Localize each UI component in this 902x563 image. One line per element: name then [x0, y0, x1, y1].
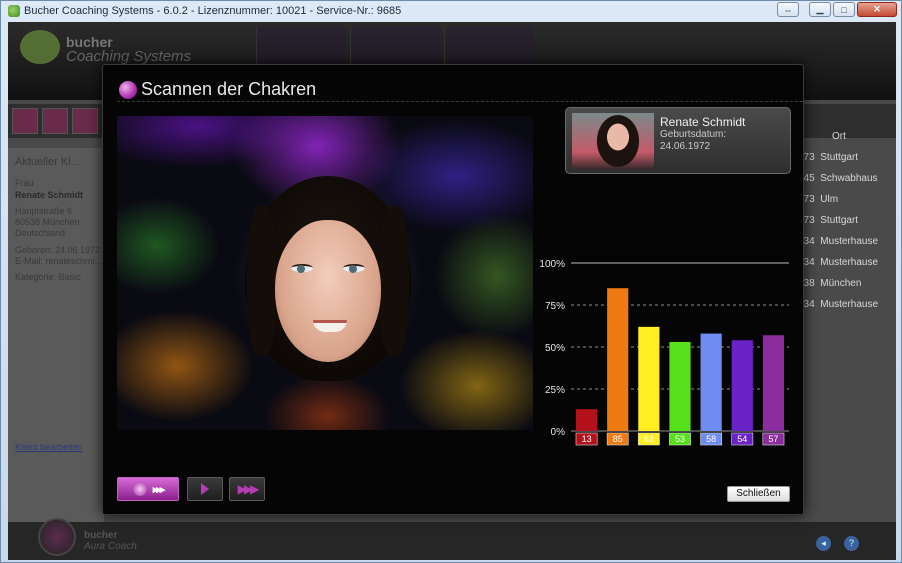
edit-client-link[interactable]: Klient bearbeiten [15, 442, 83, 452]
table-row[interactable]: 173 Stuttgart [798, 147, 896, 168]
help-icon[interactable]: ? [844, 536, 859, 551]
footer-logo-text: bucher [84, 530, 118, 541]
y-tick-label: 75% [545, 301, 565, 312]
y-tick-label: 50% [545, 343, 565, 354]
list-header-ort[interactable]: Ort [798, 126, 896, 147]
aura-image [117, 116, 533, 430]
profile-name: Renate Schmidt [660, 115, 746, 129]
client-name: Renate Schmidt [15, 190, 84, 200]
client-street: Hauptstraße 6 [15, 206, 73, 216]
fast-forward-button[interactable]: ▶▶▶ [229, 477, 265, 501]
chakra-swirl-icon [119, 81, 137, 99]
title-divider [117, 101, 803, 102]
scan-swirl-icon [132, 482, 147, 496]
tree-logo-icon [20, 30, 60, 64]
client-profile-card: Renate Schmidt Geburtsdatum: 24.06.1972 [565, 107, 791, 174]
home-button[interactable] [12, 108, 38, 134]
close-button[interactable]: Schließen [727, 486, 790, 502]
chart-bar [762, 335, 785, 431]
chart-bar [669, 341, 691, 431]
app-icon [8, 5, 20, 17]
chart-bar [575, 409, 598, 431]
start-scan-button[interactable]: ▸▸▸ [117, 477, 179, 501]
table-row[interactable]: 173 Stuttgart [798, 210, 896, 231]
application-window: Bucher Coaching Systems - 6.0.2 - Lizenz… [0, 0, 902, 563]
dob-label: Geburtsdatum: [660, 129, 727, 140]
fast-forward-icon: ▶▶▶ [237, 482, 260, 496]
restore-down-button[interactable]: ⇔ [777, 2, 799, 17]
client-born: Geboren: 24.06.1972 [15, 245, 101, 255]
client-section-title: Aktueller Kl... [15, 156, 80, 168]
logo-subtext: Coaching Systems [66, 48, 192, 65]
table-row[interactable]: 073 Ulm [798, 189, 896, 210]
client-panel: Aktueller Kl... Frau Renate Schmidt Haup… [8, 148, 104, 548]
y-tick-label: 0% [551, 427, 566, 438]
play-button[interactable] [187, 477, 223, 501]
portrait-eye-left [291, 264, 313, 273]
chart-bar [638, 326, 660, 431]
portrait-face [275, 220, 381, 362]
portrait-eye-right [343, 264, 365, 273]
y-tick-label: 100% [539, 259, 565, 270]
window-title: Bucher Coaching Systems - 6.0.2 - Lizenz… [24, 5, 402, 17]
chakra-bar-chart: 0% 25% 50% 75% 100% 13 85 62 53 58 54 57 [535, 255, 795, 455]
table-row[interactable]: 234 Musterhause [798, 231, 896, 252]
portrait-hair-right [379, 206, 409, 356]
close-window-button[interactable]: ✕ [857, 2, 897, 17]
dialog-title: Scannen der Chakren [141, 79, 317, 99]
portrait-hair-left [247, 206, 277, 356]
data-label: 54 [737, 434, 747, 444]
aura-coach-logo-icon [38, 518, 76, 556]
table-row[interactable]: 538 München [798, 273, 896, 294]
back-icon[interactable]: ◂ [816, 536, 831, 551]
title-bar: Bucher Coaching Systems - 6.0.2 - Lizenz… [1, 1, 901, 21]
chart-bar [731, 340, 753, 431]
scan-arrows-icon: ▸▸▸ [152, 483, 166, 496]
data-label: 13 [582, 434, 592, 444]
client-country: Deutschland [15, 228, 66, 238]
maximize-button[interactable]: □ [833, 2, 855, 17]
client-button[interactable] [42, 108, 68, 134]
data-label: 58 [706, 434, 716, 444]
client-category: Kategorie: Basic [15, 272, 81, 282]
table-row[interactable]: 234 Musterhause [798, 294, 896, 315]
data-label: 53 [675, 434, 685, 444]
table-row[interactable]: 345 Schwabhaus [798, 168, 896, 189]
app-footer [8, 522, 896, 560]
chart-svg: 0% 25% 50% 75% 100% 13 85 62 53 58 54 57 [539, 259, 789, 446]
chart-bar [607, 288, 629, 431]
chart-bar [700, 333, 722, 431]
data-label: 62 [644, 434, 654, 444]
client-email: E-Mail: renateschmi... [15, 256, 103, 266]
client-salutation: Frau [15, 178, 34, 188]
client-list: Ort 173 Stuttgart 345 Schwabhaus 073 Ulm… [798, 126, 896, 315]
chakra-scan-dialog: Scannen der Chakren Renate Schmidt Gebur… [102, 64, 804, 515]
y-tick-label: 25% [545, 385, 565, 396]
data-label: 57 [768, 434, 778, 444]
avatar [572, 113, 654, 169]
play-icon [201, 483, 209, 495]
minimize-button[interactable]: ▁ [809, 2, 831, 17]
dob-value: 24.06.1972 [660, 141, 711, 152]
client-city: 80538 München [15, 217, 80, 227]
footer-logo-subtext: Aura Coach [84, 541, 137, 552]
data-label: 85 [613, 434, 623, 444]
table-row[interactable]: 234 Musterhause [798, 252, 896, 273]
settings-button[interactable] [72, 108, 98, 134]
